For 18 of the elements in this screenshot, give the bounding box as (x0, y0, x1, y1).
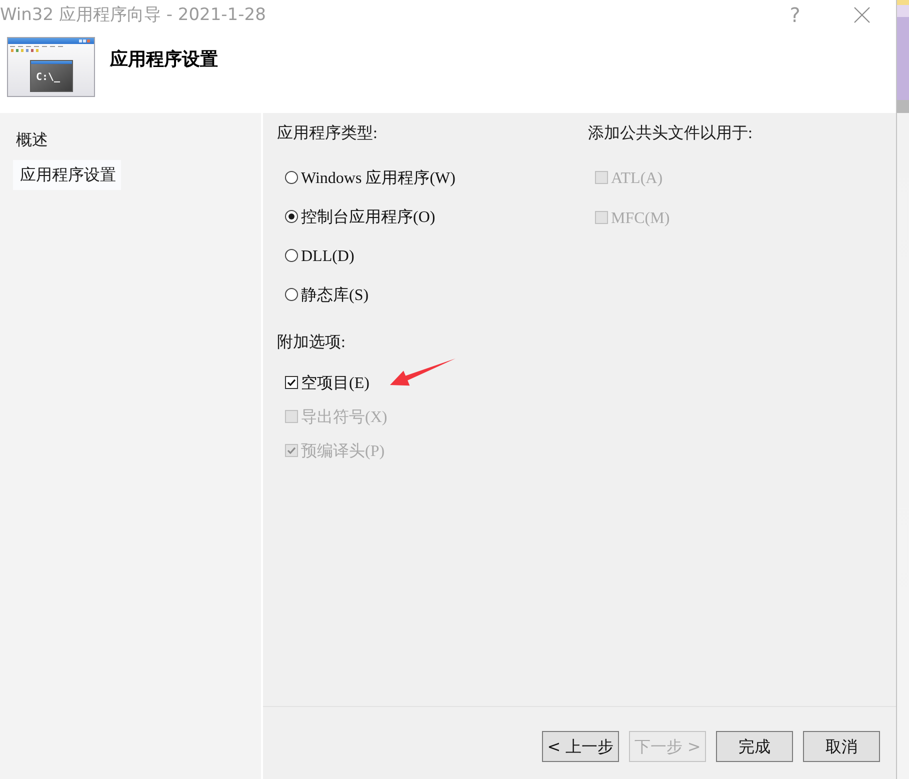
radio-option[interactable]: Windows 应用程序(W) (285, 167, 456, 191)
section-heading: 应用程序类型: (277, 124, 378, 144)
annotation-arrow (390, 358, 456, 386)
page-title: 应用程序设置 (110, 48, 218, 72)
close-icon (854, 7, 870, 23)
wizard-button[interactable]: 完成 (716, 731, 793, 762)
sidebar-item[interactable]: 应用程序设置 (13, 160, 121, 190)
console-prompt-text: C:\_ (36, 72, 60, 83)
radio-option[interactable]: 控制台应用程序(O) (285, 206, 436, 230)
section-heading: 附加选项: (277, 333, 346, 353)
sidebar-item[interactable]: 概述 (11, 125, 53, 155)
radio-option[interactable]: DLL(D) (285, 245, 354, 269)
radio-option[interactable]: 静态库(S) (285, 284, 369, 308)
checkbox-option[interactable]: 空项目(E) (285, 372, 370, 396)
window-title: Win32 应用程序向导 - 2021-1-28 (0, 4, 266, 27)
wizard-button[interactable]: < 上一步 (542, 731, 619, 762)
wizard-button[interactable]: 取消 (803, 731, 880, 762)
section-heading: 添加公共头文件以用于: (588, 124, 754, 144)
